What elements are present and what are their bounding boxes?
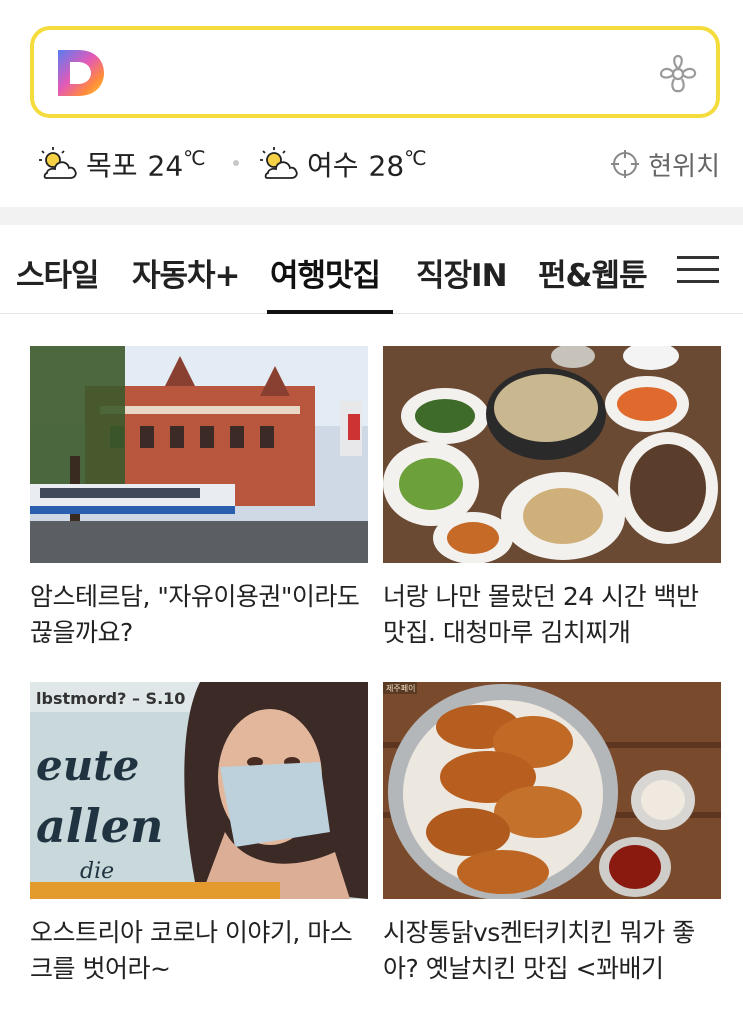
flower-icon[interactable] — [656, 52, 700, 96]
section-divider — [0, 207, 743, 225]
tab-fun-webtoon[interactable]: 펀&웹툰 — [538, 250, 648, 295]
search-bar[interactable] — [30, 26, 720, 118]
tab-car[interactable]: 자동차+ — [132, 250, 241, 295]
tab-work[interactable]: 직장IN — [416, 250, 508, 295]
article-title[interactable]: 오스트리아 코로나 이야기, 마스크를 벗어라~ — [30, 915, 368, 987]
svg-text:제주페이: 제주페이 — [386, 683, 415, 693]
tab-travel-food[interactable]: 여행맛집 — [270, 250, 381, 295]
weather-city: 여수 — [307, 149, 359, 182]
weather-city: 목포 — [86, 149, 138, 182]
svg-text:die: die — [80, 859, 114, 884]
article-title[interactable]: 시장통닭vs켄터키치킨 뭐가 좋아? 옛날치킨 맛집 <꽈배기 — [383, 915, 721, 987]
korean-meal-photo[interactable] — [383, 346, 721, 563]
article-card[interactable]: 너랑 나만 몰랐던 24 시간 백반 맛집. 대청마루 김치찌개 — [383, 346, 721, 651]
article-card[interactable]: lbstmord? – S.10 eute allen die 오스트리아 코로… — [30, 682, 368, 987]
partly-sunny-icon — [260, 147, 298, 179]
crosshair-icon — [611, 150, 640, 178]
daum-d-logo-icon[interactable] — [54, 46, 106, 100]
svg-text:eute: eute — [36, 741, 139, 790]
amsterdam-theater-photo[interactable] — [30, 346, 368, 563]
svg-text:lbstmord? – S.10: lbstmord? – S.10 — [36, 689, 185, 708]
magazine-mask-photo[interactable]: lbstmord? – S.10 eute allen die — [30, 682, 368, 899]
current-location-button[interactable]: 현위치 — [610, 140, 720, 188]
category-tabs: 스타일 자동차+ 여행맛집 직장IN 펀&웹툰 — [0, 228, 743, 314]
article-title[interactable]: 너랑 나만 몰랐던 24 시간 백반 맛집. 대청마루 김치찌개 — [383, 579, 721, 651]
partly-sunny-icon — [39, 147, 77, 179]
current-location-label: 현위치 — [648, 151, 720, 182]
hamburger-menu-icon[interactable] — [677, 254, 719, 286]
weather-item-yeosu[interactable]: 여수 28℃ — [257, 140, 427, 188]
article-card[interactable]: 제주페이 시장통닭vs켄터키치킨 뭐가 좋아? 옛날치킨 맛집 <꽈배기 — [383, 682, 721, 987]
weather-row: 목포 24℃ 여수 28℃ 현위치 — [36, 140, 720, 188]
weather-item-mokpo[interactable]: 목포 24℃ — [36, 140, 206, 188]
fried-chicken-photo[interactable]: 제주페이 — [383, 682, 721, 899]
article-card[interactable]: 암스테르담, "자유이용권"이라도 끊을까요? — [30, 346, 368, 651]
weather-temp: 24℃ — [147, 145, 206, 183]
tab-style[interactable]: 스타일 — [16, 250, 100, 295]
svg-text:allen: allen — [36, 799, 163, 853]
separator-dot — [233, 160, 239, 166]
weather-temp: 28℃ — [368, 145, 427, 183]
active-tab-indicator — [267, 310, 393, 314]
article-title[interactable]: 암스테르담, "자유이용권"이라도 끊을까요? — [30, 579, 368, 651]
